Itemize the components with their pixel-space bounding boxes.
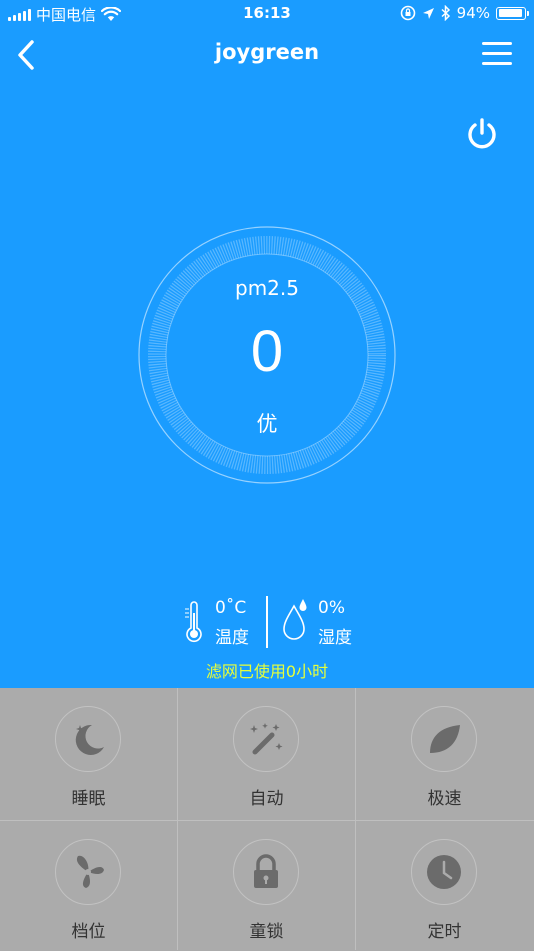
small-drop-icon <box>299 599 307 611</box>
mode-icon-circle <box>233 839 299 905</box>
page-title: joygreen <box>214 40 320 64</box>
status-bar: 中国电信 16:13 94% <box>0 0 534 28</box>
mode-speed-button[interactable]: 档位 <box>0 821 177 951</box>
main-panel: 中国电信 16:13 94% joygreen pm2.5 0 优 0˚C 温度… <box>0 0 534 688</box>
humidity-reading: 0% 湿度 <box>318 596 378 650</box>
battery-icon <box>496 6 529 20</box>
mode-timer-button[interactable]: 定时 <box>356 821 533 951</box>
thermometer-icon <box>185 601 202 643</box>
gauge-label: pm2.5 <box>235 276 299 300</box>
mode-childlock-button[interactable]: 童锁 <box>178 821 355 951</box>
mode-icon-circle <box>233 706 299 772</box>
mode-icon-circle <box>55 706 121 772</box>
mode-label: 极速 <box>427 789 462 809</box>
mode-icon-circle <box>411 706 477 772</box>
air-quality-text: 优 <box>256 412 278 436</box>
mode-auto-button[interactable]: 自动 <box>178 688 355 818</box>
mode-turbo-button[interactable]: 极速 <box>356 688 533 818</box>
lock-icon <box>254 854 278 888</box>
mode-label: 睡眠 <box>71 789 106 809</box>
temperature-label: 温度 <box>215 628 249 648</box>
env-divider <box>266 596 268 648</box>
hamburger-menu-icon[interactable] <box>482 42 512 68</box>
mode-label: 定时 <box>427 922 462 942</box>
moon-icon <box>75 724 104 755</box>
power-icon[interactable] <box>464 116 500 152</box>
filter-usage-text: 滤网已使用0小时 <box>205 662 329 681</box>
bluetooth-icon <box>441 5 450 21</box>
battery-percent: 94% <box>456 4 490 22</box>
mode-sleep-button[interactable]: 睡眠 <box>0 688 177 818</box>
mode-label: 自动 <box>249 789 284 809</box>
leaf-icon <box>430 725 460 753</box>
humidity-value: 0% <box>318 598 345 618</box>
mode-icon-circle <box>55 839 121 905</box>
temperature-value: 0˚C <box>215 598 247 618</box>
humidity-label: 湿度 <box>318 628 352 648</box>
mode-label: 童锁 <box>249 922 284 942</box>
rotation-lock-icon <box>400 5 415 21</box>
fan-icon <box>76 855 104 888</box>
magic-wand-icon <box>250 723 283 755</box>
location-icon <box>422 7 434 19</box>
pm25-value: 0 <box>250 319 284 384</box>
clock-icon <box>427 855 461 889</box>
mode-label: 档位 <box>71 922 106 942</box>
mode-icon-circle <box>411 839 477 905</box>
